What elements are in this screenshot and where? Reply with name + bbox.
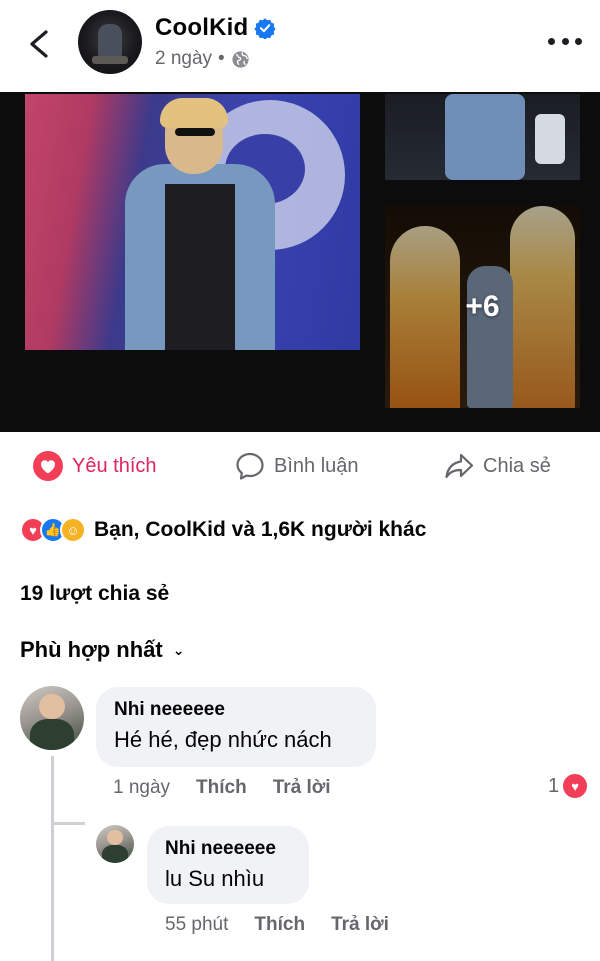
commenter-avatar[interactable] bbox=[20, 686, 84, 750]
share-icon bbox=[445, 453, 474, 479]
photo-main[interactable] bbox=[25, 94, 360, 350]
comment-time: 1 ngày bbox=[113, 777, 171, 798]
like-button[interactable]: Yêu thích bbox=[32, 448, 157, 484]
like-label: Yêu thích bbox=[72, 454, 157, 477]
reactions-text: Bạn, CoolKid và 1,6K người khác bbox=[94, 518, 427, 541]
globe-icon bbox=[232, 50, 249, 68]
author-name-row[interactable]: CoolKid bbox=[155, 14, 277, 42]
thread-line bbox=[51, 756, 54, 961]
reply-avatar[interactable] bbox=[96, 825, 134, 863]
more-photos-count: +6 bbox=[465, 290, 500, 323]
more-options-icon[interactable] bbox=[548, 38, 582, 48]
reply-like-link[interactable]: Thích bbox=[254, 914, 305, 936]
share-label: Chia sẻ bbox=[483, 454, 551, 477]
photo-bottom-right[interactable]: +6 bbox=[385, 206, 580, 408]
reply-name[interactable]: Nhi neeeeee bbox=[165, 838, 291, 860]
meta-separator: • bbox=[218, 48, 225, 69]
post-meta: 2 ngày • bbox=[155, 48, 250, 70]
comment-button[interactable]: Bình luận bbox=[234, 448, 359, 484]
chevron-down-icon: ⌄ bbox=[172, 641, 185, 658]
comment-label: Bình luận bbox=[274, 454, 359, 477]
reactions-summary[interactable]: ♥ 👍 ☺ Bạn, CoolKid và 1,6K người khác bbox=[20, 514, 426, 546]
share-count[interactable]: 19 lượt chia sẻ bbox=[20, 582, 169, 606]
comment-reaction-number: 1 bbox=[548, 774, 560, 797]
comment-meta: 1 ngày Thích Trả lời bbox=[113, 777, 331, 799]
thread-connector bbox=[51, 822, 85, 825]
comment-reply-link[interactable]: Trả lời bbox=[273, 777, 331, 799]
reply-meta: 55 phút Thích Trả lời bbox=[165, 914, 389, 936]
back-arrow-icon[interactable] bbox=[24, 24, 54, 64]
post-time[interactable]: 2 ngày bbox=[155, 48, 212, 70]
reaction-icons: ♥ 👍 ☺ bbox=[20, 517, 86, 543]
comment-icon bbox=[236, 452, 264, 480]
sort-label: Phù hợp nhất bbox=[20, 637, 163, 662]
post-header: CoolKid 2 ngày • bbox=[0, 0, 600, 92]
commenter-name[interactable]: Nhi neeeeee bbox=[114, 699, 358, 721]
reply-bubble[interactable]: Nhi neeeeee lu Su nhìu bbox=[147, 826, 309, 904]
author-avatar[interactable] bbox=[78, 10, 142, 74]
action-bar: Yêu thích Bình luận Chia sẻ bbox=[0, 440, 600, 492]
comment-reaction-count[interactable]: 1 ♥ bbox=[548, 774, 588, 798]
author-name[interactable]: CoolKid bbox=[155, 14, 248, 42]
photo-top-right[interactable] bbox=[385, 94, 580, 180]
heart-icon: ♥ bbox=[563, 774, 588, 798]
verified-badge-icon bbox=[254, 18, 277, 39]
comment-like-link[interactable]: Thích bbox=[196, 777, 247, 799]
reply-reply-link[interactable]: Trả lời bbox=[331, 914, 389, 936]
photo-grid: +6 bbox=[0, 92, 600, 432]
comment-text: Hé hé, đẹp nhức nách bbox=[114, 727, 332, 752]
reply-time: 55 phút bbox=[165, 914, 229, 935]
comment-bubble[interactable]: Nhi neeeeee Hé hé, đẹp nhức nách bbox=[96, 687, 376, 767]
heart-reaction-icon bbox=[33, 451, 63, 481]
care-reaction-icon: ☺ bbox=[60, 517, 86, 543]
share-button[interactable]: Chia sẻ bbox=[443, 448, 551, 484]
reply-text: lu Su nhìu bbox=[165, 866, 265, 891]
comment-sort[interactable]: Phù hợp nhất ⌄ bbox=[20, 637, 184, 663]
